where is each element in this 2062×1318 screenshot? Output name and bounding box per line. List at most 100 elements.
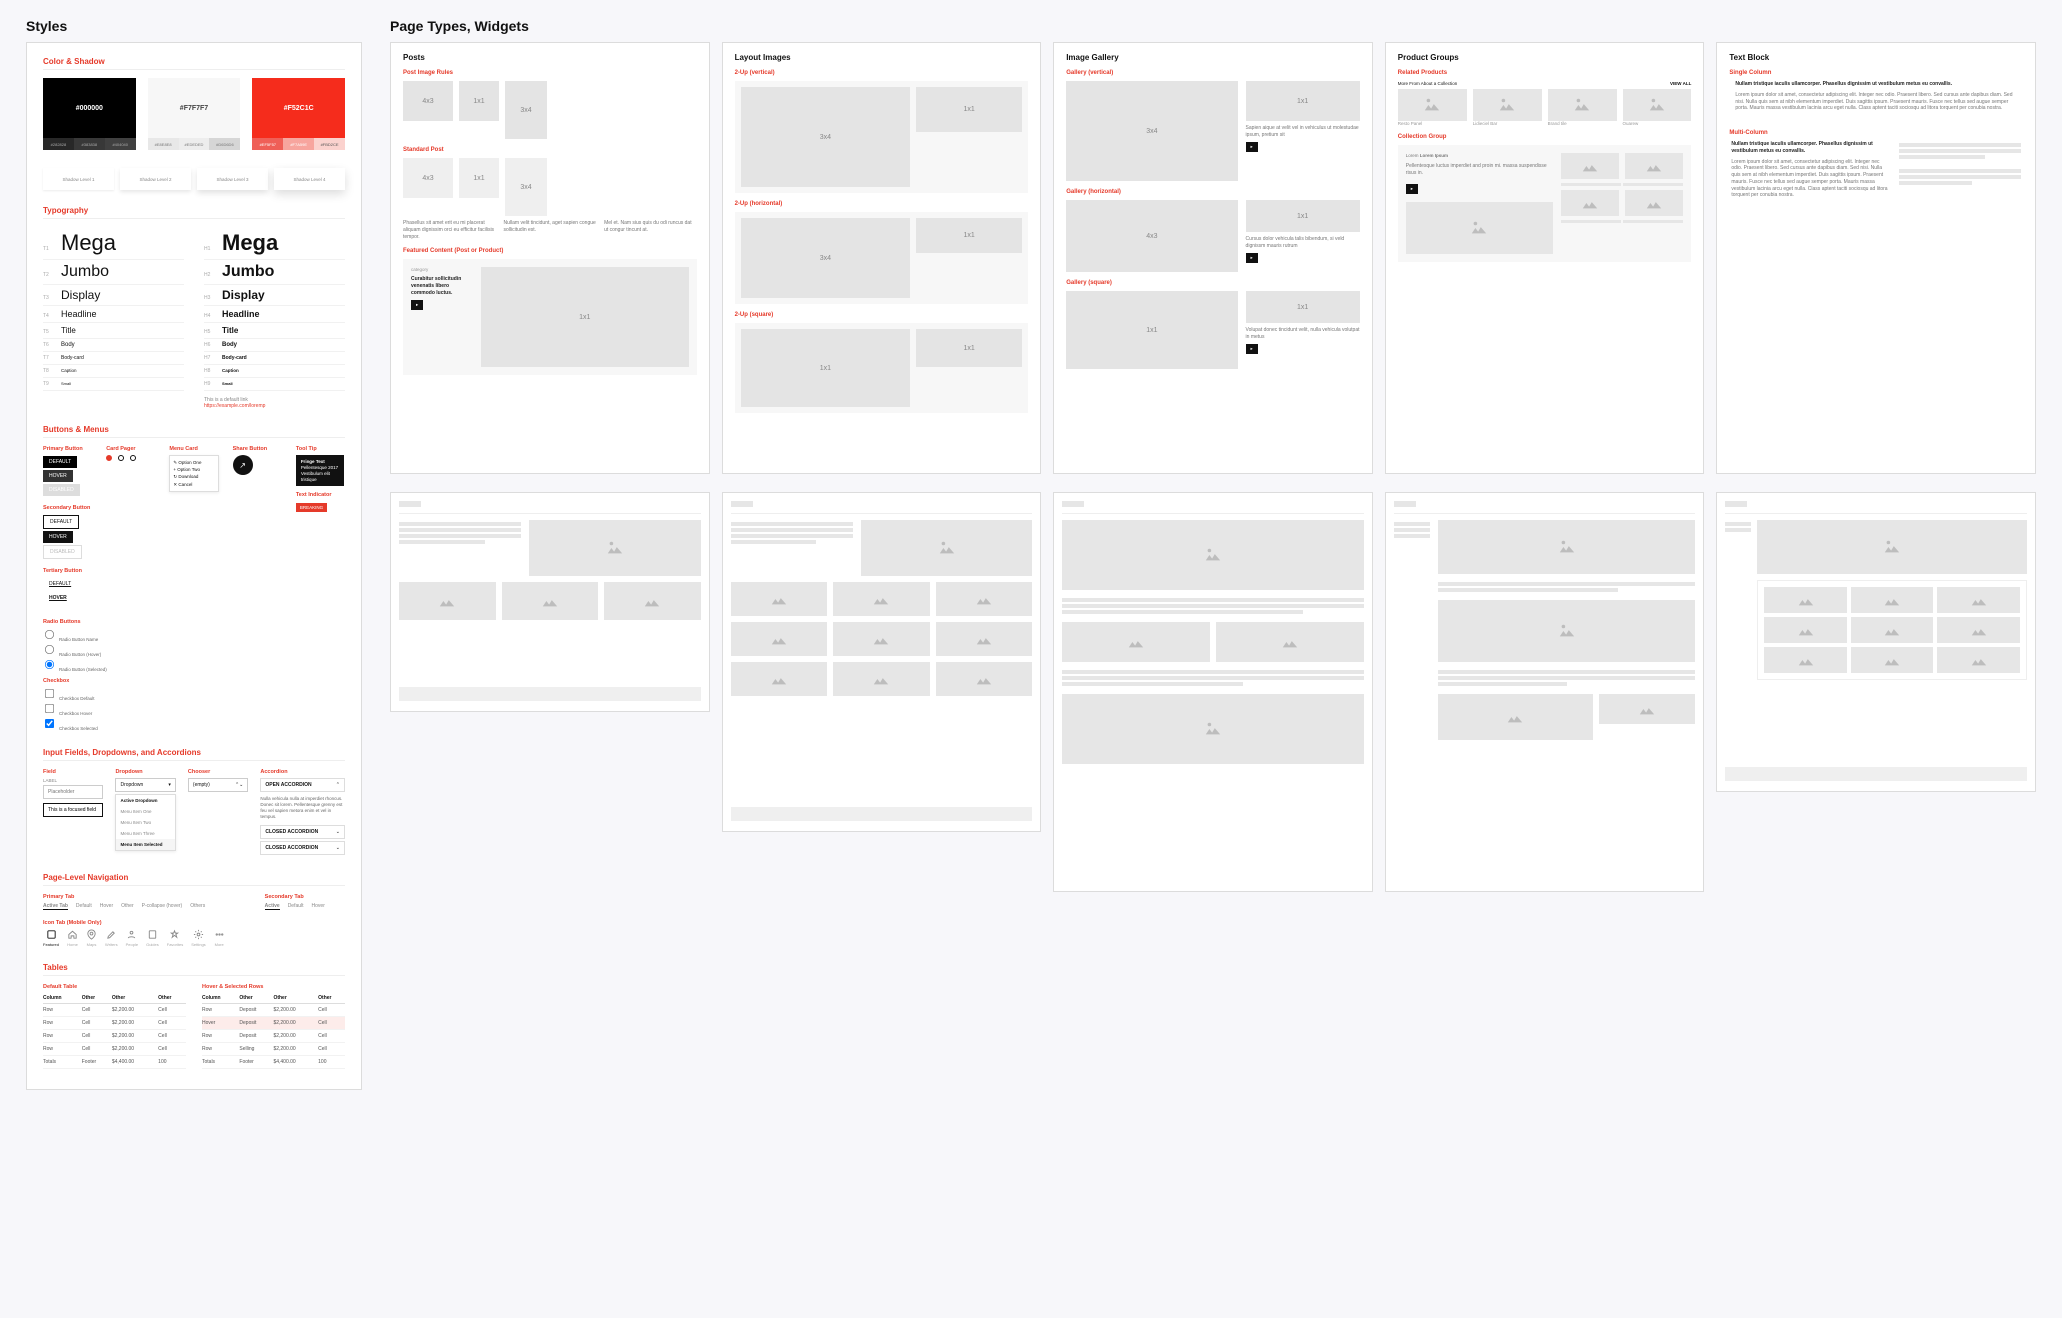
accordion-closed[interactable]: CLOSED ACCORDION⌄ [260,841,345,855]
typography-regular: T1MegaT2JumboT3DisplayT4HeadlineT5TitleT… [43,227,184,409]
placeholder-1x1: 1x1 [916,87,1022,132]
placeholder-1x1: 1x1 [916,329,1022,367]
heading-secondary-button: Secondary Button [43,505,92,511]
section-typography: Typography [43,206,345,219]
placeholder-1x1: 1x1 [916,218,1022,253]
card-image-gallery: Image Gallery Gallery (vertical) 3x4 1x1… [1053,42,1373,474]
heading-icon-tab: Icon Tab (Mobile Only) [43,920,225,926]
text-lede: Nullam tristique iaculis ullamcorper. Ph… [1731,141,1889,155]
text-field[interactable] [43,785,103,799]
placeholder-3x4: 3x4 [1066,81,1237,181]
featured-tag: category [411,267,471,272]
chooser[interactable]: (empty)⌃⌄ [188,778,248,792]
collection-link[interactable]: ▸ [1406,184,1418,194]
post-text: Nullam velit tincidunt, aget sapien cong… [504,220,597,240]
section-single-column: Single Column [1729,70,2023,76]
icon-tab-more[interactable]: More [214,929,225,947]
gallery-caption: Cursus dolor vehicula talis bibendum, si… [1246,236,1360,250]
card-text-block: Text Block Single Column Nullam tristiqu… [1716,42,2036,474]
tertiary-button-hover[interactable]: HOVER [43,592,73,604]
gallery-link[interactable]: ▸ [1246,253,1258,263]
placeholder-3x4: 3x4 [741,218,911,298]
featured-link[interactable]: ▸ [411,300,423,310]
menu-card[interactable]: ✎ Option One + Option Two ↻ Download ✕ C… [169,455,218,492]
section-inputs: Input Fields, Dropdowns, and Accordions [43,748,345,761]
share-button[interactable]: ↗ [233,455,253,475]
card-title: Posts [403,53,697,62]
collection-text: Pellentesque luctus imperdiet and proin … [1406,163,1553,177]
icon-tab-bar[interactable]: Featured Home Maps Writers People Guides Favor… [43,929,225,947]
placeholder-3x4: 3x4 [505,158,547,216]
section-standard-post: Standard Post [403,147,697,153]
text-field-focused[interactable] [43,803,103,817]
icon-tab-maps[interactable]: Maps [86,929,97,947]
text-lede: Nullam tristique iaculis ullamcorper. Ph… [1735,81,2017,88]
icon-tab-people[interactable]: People [126,929,138,947]
icon-tab-writers[interactable]: Writers [105,929,118,947]
placeholder-4x3: 4x3 [403,158,453,198]
shadow-row: Shadow Level 1 Shadow Level 2 Shadow Lev… [43,168,345,190]
heading-menu-card: Menu Card [169,446,218,452]
post-text: Mel et. Nam sius quis du odi runcus dat … [604,220,697,240]
secondary-button[interactable]: DEFAULT [43,515,79,529]
icon-tab-home[interactable]: Home [67,929,78,947]
accordion-open[interactable]: OPEN ACCORDION⌃ [260,778,345,792]
heading-share-button: Share Button [233,446,282,452]
heading-primary-button: Primary Button [43,446,92,452]
widgets-heading: Page Types, Widgets [390,18,2036,34]
gallery-link[interactable]: ▸ [1246,344,1258,354]
gallery-link[interactable]: ▸ [1246,142,1258,152]
placeholder-3x4: 3x4 [505,81,547,139]
section-color: Color & Shadow [43,57,345,70]
card-title: Text Block [1729,53,2023,62]
placeholder-1x1: 1x1 [1246,81,1360,121]
card-title: Image Gallery [1066,53,1360,62]
placeholder-1x1: 1x1 [1246,291,1360,323]
heading-secondary-tab: Secondary Tab [265,894,345,900]
radio-list[interactable]: Radio Button Name Radio Button (Hover) R… [43,628,345,672]
section-gallery-horizontal: Gallery (horizontal) [1066,189,1360,195]
secondary-button-hover[interactable]: HOVER [43,531,73,543]
secondary-tabs[interactable]: ActiveDefaultHover [265,903,345,910]
placeholder-1x1: 1x1 [459,81,499,121]
accordion-closed[interactable]: CLOSED ACCORDION⌄ [260,825,345,839]
section-gallery-vertical: Gallery (vertical) [1066,70,1360,76]
icon-tab-settings[interactable]: Settings [191,929,205,947]
primary-tabs[interactable]: Active TabDefaultHoverOtherP-collapse (h… [43,903,225,910]
section-related-products: Related Products [1398,70,1692,76]
card-pager[interactable] [106,455,155,461]
section-gallery-square: Gallery (square) [1066,280,1360,286]
wireframe-page-3 [1053,492,1373,892]
section-featured-content: Featured Content (Post or Product) [403,248,697,254]
placeholder-4x3: 4x3 [1066,200,1237,272]
placeholder-4x3: 4x3 [403,81,453,121]
card-title: Layout Images [735,53,1029,62]
accordion-body: Nulla vehicula nulla at imperdiet rhoncu… [260,794,345,823]
dropdown[interactable]: Dropdown▾ [115,778,175,792]
section-2up-square: 2-Up (square) [735,312,1029,318]
wireframe-page-1 [390,492,710,712]
section-tables: Tables [43,963,345,976]
checkbox-list[interactable]: Checkbox Default Checkbox Hover Checkbox… [43,687,345,731]
heading-card-pager: Card Pager [106,446,155,452]
heading-hover-table: Hover & Selected Rows [202,984,345,990]
icon-tab-guides[interactable]: Guides [146,929,159,947]
view-all-link[interactable]: VIEW ALL [1670,81,1691,86]
placeholder-1x1: 1x1 [459,158,499,198]
heading-default-table: Default Table [43,984,186,990]
heading-checkbox: Checkbox [43,678,345,684]
icon-tab-featured[interactable]: Featured [43,929,59,947]
heading-dropdown: Dropdown [115,769,175,775]
tertiary-button[interactable]: DEFAULT [43,578,77,590]
tooltip: Fringe Text Pellentesque 2017 Vestibulum… [296,455,344,486]
dropdown-menu[interactable]: Active Dropdown Menu Item One Menu Item … [115,794,175,851]
hover-table: ColumnOtherOtherOtherRowDeposit$2,200.00… [202,993,345,1069]
icon-tab-favorites[interactable]: Favorites [167,929,183,947]
card-layout-images: Layout Images 2-Up (vertical) 3x4 1x1 2-… [722,42,1042,474]
placeholder-1x1: 1x1 [1066,291,1237,369]
heading-tertiary-button: Tertiary Button [43,568,92,574]
text-body: Lorem ipsum dolor sit amet, consectetur … [1735,92,2017,112]
primary-button-disabled: DISABLED [43,484,80,496]
primary-button[interactable]: DEFAULT [43,456,77,468]
primary-button-hover[interactable]: HOVER [43,470,73,482]
